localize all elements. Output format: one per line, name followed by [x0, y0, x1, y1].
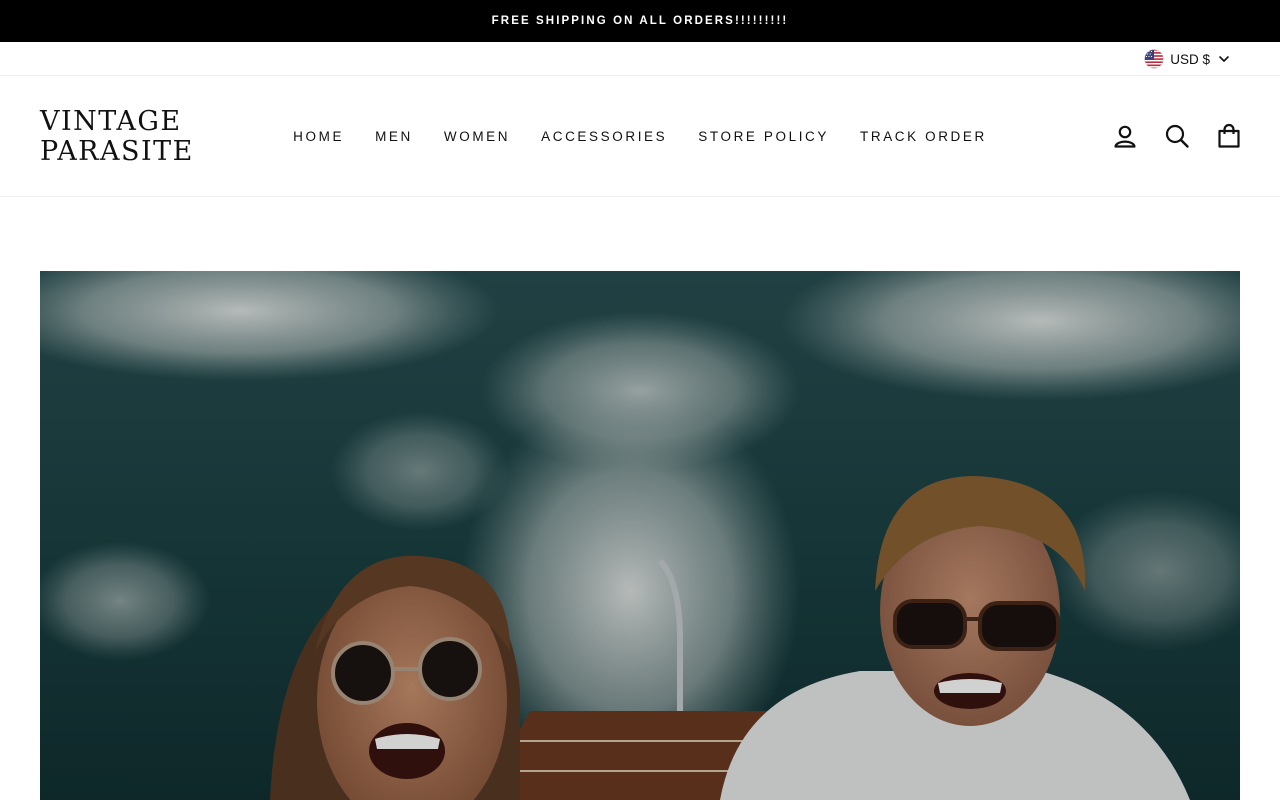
user-icon[interactable] [1112, 123, 1138, 149]
currency-label: USD $ [1170, 51, 1210, 67]
nav-item-store-policy[interactable]: STORE POLICY [698, 129, 829, 144]
announcement-bar: FREE SHIPPING ON ALL ORDERS!!!!!!!!! [0, 0, 1280, 42]
utility-bar: USD $ [0, 42, 1280, 76]
shopping-bag-icon[interactable] [1216, 123, 1242, 149]
us-flag-icon [1144, 49, 1165, 69]
announcement-text: FREE SHIPPING ON ALL ORDERS!!!!!!!!! [491, 15, 789, 27]
search-icon[interactable] [1164, 123, 1190, 149]
nav-item-accessories[interactable]: ACCESSORIES [541, 129, 667, 144]
nav-item-men[interactable]: MEN [375, 129, 413, 144]
nav-item-track-order[interactable]: TRACK ORDER [860, 129, 987, 144]
logo-line-2: PARASITE [40, 136, 194, 167]
hero-image[interactable] [40, 271, 1240, 800]
site-logo[interactable]: VINTAGE PARASITE [40, 107, 194, 167]
nav-item-women[interactable]: WOMEN [444, 129, 510, 144]
main-nav: HOME MEN WOMEN ACCESSORIES STORE POLICY … [293, 76, 984, 196]
header-icons [1112, 76, 1242, 196]
chevron-down-icon [1219, 56, 1229, 62]
nav-item-home[interactable]: HOME [293, 129, 344, 144]
hero-photo [40, 271, 1240, 800]
logo-line-1: VINTAGE [40, 106, 182, 137]
site-header: VINTAGE PARASITE HOME MEN WOMEN ACCESSOR… [0, 76, 1280, 197]
currency-selector[interactable]: USD $ [1144, 42, 1230, 76]
